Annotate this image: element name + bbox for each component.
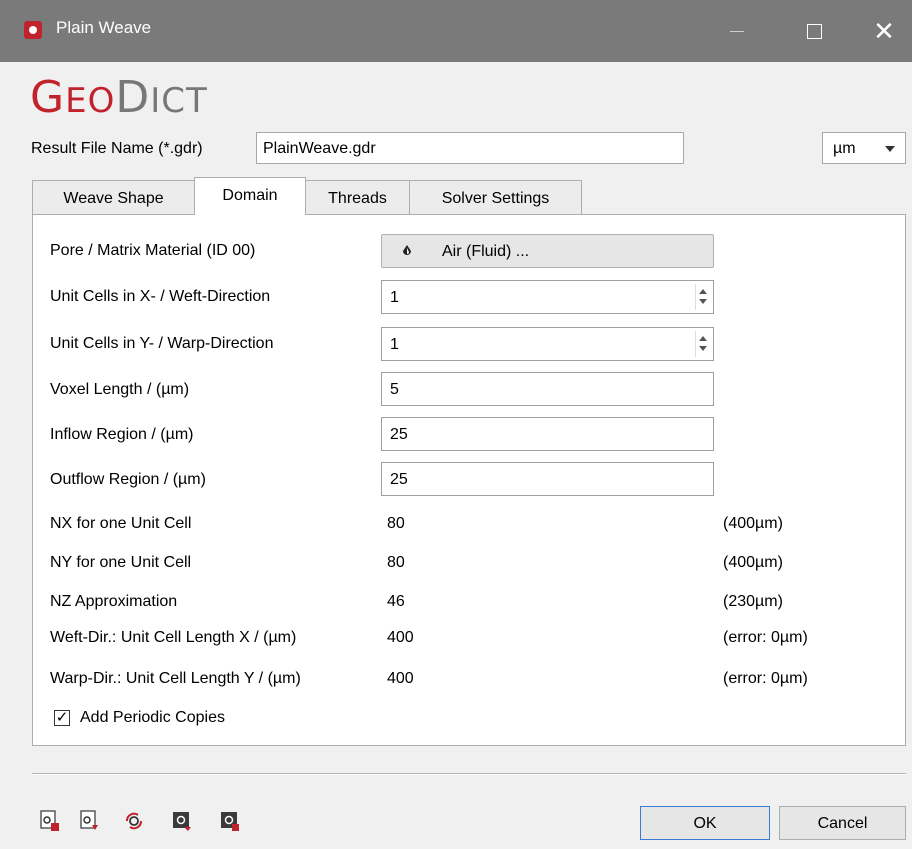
material-button[interactable]: Air (Fluid) ... [381, 234, 714, 268]
nz-label: NZ Approximation [50, 593, 178, 610]
minimize-icon [730, 30, 744, 32]
maximize-button[interactable] [779, 0, 849, 62]
weft-length-value: 400 [387, 629, 414, 646]
weft-length-error: (error: 0µm) [723, 629, 808, 646]
nx-extra: (400µm) [723, 515, 783, 532]
material-button-label: Air (Fluid) ... [442, 243, 530, 260]
ny-extra: (400µm) [723, 554, 783, 571]
tab-threads[interactable]: Threads [305, 180, 410, 214]
unit-cells-y-label: Unit Cells in Y- / Warp-Direction [50, 335, 274, 352]
warp-length-label: Warp-Dir.: Unit Cell Length Y / (µm) [50, 670, 301, 687]
unit-cells-y-spinbox[interactable]: 1 [381, 327, 714, 361]
ok-button[interactable]: OK [640, 806, 770, 840]
geodict-logo: GEODICT [30, 72, 208, 123]
unit-select-value: µm [833, 140, 856, 157]
outflow-label: Outflow Region / (µm) [50, 471, 206, 488]
minimize-button[interactable] [702, 0, 772, 62]
periodic-copies-checkbox[interactable]: ✓ [54, 710, 70, 726]
result-file-input[interactable]: PlainWeave.gdr [256, 132, 684, 164]
ny-value: 80 [387, 554, 405, 571]
cancel-button[interactable]: Cancel [779, 806, 906, 840]
unit-cells-x-label: Unit Cells in X- / Weft-Direction [50, 288, 271, 305]
close-icon: ✕ [873, 15, 895, 46]
voxel-length-input[interactable]: 5 [381, 372, 714, 406]
outflow-input[interactable]: 25 [381, 462, 714, 496]
geodict-app-icon [24, 21, 42, 39]
nx-label: NX for one Unit Cell [50, 515, 192, 532]
spin-arrows-icon[interactable] [695, 331, 710, 357]
inflow-input[interactable]: 25 [381, 417, 714, 451]
result-file-label: Result File Name (*.gdr) [31, 140, 203, 157]
unit-cells-y-value: 1 [390, 336, 399, 353]
voxel-length-label: Voxel Length / (µm) [50, 381, 190, 398]
periodic-copies-label[interactable]: Add Periodic Copies [80, 709, 225, 727]
maximize-icon [806, 23, 822, 39]
material-label: Pore / Matrix Material (ID 00) [50, 242, 256, 259]
unit-select[interactable]: µm [822, 132, 906, 164]
tab-weave-shape[interactable]: Weave Shape [32, 180, 195, 214]
export-settings-icon[interactable] [220, 810, 240, 832]
nx-value: 80 [387, 515, 405, 532]
inflow-label: Inflow Region / (µm) [50, 426, 194, 443]
close-button[interactable]: ✕ [849, 0, 912, 62]
reset-settings-icon[interactable] [124, 810, 144, 832]
warp-length-error: (error: 0µm) [723, 670, 808, 687]
window-titlebar[interactable]: Plain Weave ✕ [0, 0, 912, 62]
droplet-icon [403, 245, 411, 255]
chevron-down-icon [885, 146, 895, 152]
tab-solver-settings[interactable]: Solver Settings [409, 180, 582, 214]
load-settings-icon[interactable] [40, 810, 60, 832]
spin-arrows-icon[interactable] [695, 284, 710, 310]
tab-domain[interactable]: Domain [194, 177, 306, 215]
nz-extra: (230µm) [723, 593, 783, 610]
unit-cells-x-spinbox[interactable]: 1 [381, 280, 714, 314]
unit-cells-x-value: 1 [390, 289, 399, 306]
save-settings-icon[interactable] [80, 810, 100, 832]
macro-record-icon[interactable] [172, 810, 192, 832]
footer-divider-highlight [32, 774, 906, 775]
window-title: Plain Weave [56, 18, 152, 37]
ny-label: NY for one Unit Cell [50, 554, 192, 571]
weft-length-label: Weft-Dir.: Unit Cell Length X / (µm) [50, 629, 297, 646]
warp-length-value: 400 [387, 670, 414, 687]
nz-value: 46 [387, 593, 405, 610]
